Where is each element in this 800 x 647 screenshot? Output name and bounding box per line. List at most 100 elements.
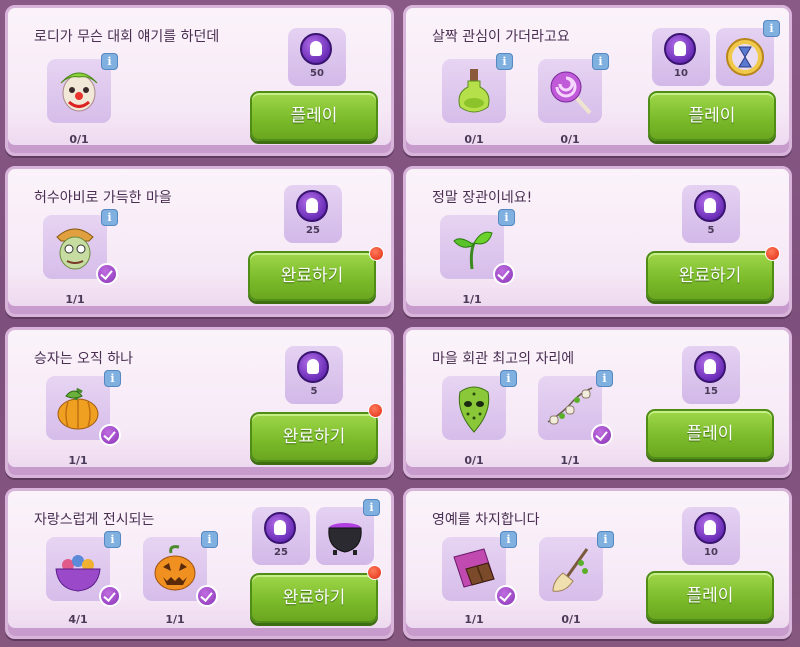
info-icon[interactable]: i — [500, 370, 517, 387]
check-icon — [99, 424, 121, 446]
quest-card: 허수아비로 가득한 마을 i 1/1 25 완료하기 — [5, 166, 394, 317]
candy-bowl-icon — [55, 555, 101, 592]
info-icon[interactable]: i — [763, 20, 780, 37]
info-icon[interactable]: i — [101, 209, 118, 226]
quest-item[interactable]: i — [442, 531, 517, 607]
purple-ghost-coin-icon — [694, 351, 726, 383]
check-icon — [495, 585, 517, 607]
item-count: 0/1 — [561, 613, 581, 626]
quest-title: 마을 회관 최고의 자리에 — [432, 351, 575, 367]
play-button[interactable]: 플레이 — [646, 409, 774, 459]
reward-amount: 10 — [674, 68, 688, 79]
reward-slot: i — [316, 499, 380, 565]
reward-slot: i — [716, 20, 780, 86]
check-icon — [493, 263, 515, 285]
check-icon — [99, 585, 121, 607]
quest-item[interactable]: i — [143, 531, 218, 607]
item-count: 1/1 — [464, 613, 484, 626]
info-icon[interactable]: i — [101, 53, 118, 70]
reward-amount: 5 — [707, 225, 715, 236]
check-icon — [96, 263, 118, 285]
purple-ghost-coin-icon — [297, 351, 329, 383]
quest-title: 살짝 관심이 가더라고요 — [432, 29, 570, 45]
sprout-icon — [453, 231, 493, 270]
pumpkin-icon — [57, 387, 99, 430]
quest-card: 자랑스럽게 전시되는 i 4/1 i 1/1 25 i 완료하기 — [5, 488, 394, 639]
complete-button[interactable]: 완료하기 — [250, 573, 378, 623]
jack-o-lantern-icon — [154, 545, 196, 591]
quest-title: 승자는 오직 하나 — [34, 351, 134, 367]
purple-ghost-coin-icon — [694, 190, 726, 222]
cauldron-icon — [328, 523, 362, 555]
reward-amount: 10 — [704, 547, 718, 558]
item-count: 0/1 — [464, 133, 484, 146]
info-icon[interactable]: i — [596, 370, 613, 387]
info-icon[interactable]: i — [104, 531, 121, 548]
item-count: 1/1 — [165, 613, 185, 626]
reward-amount: 5 — [310, 386, 318, 397]
chocolate-bar-icon — [453, 548, 495, 588]
purple-ghost-coin-icon — [694, 512, 726, 544]
reward-slot: 5 — [285, 346, 343, 404]
quest-item[interactable]: i — [538, 370, 613, 446]
item-count: 1/1 — [65, 293, 85, 306]
quest-item[interactable]: i — [442, 370, 517, 440]
quest-item[interactable]: i — [538, 53, 609, 123]
item-count: 0/1 — [464, 454, 484, 467]
purple-ghost-coin-icon — [300, 33, 332, 65]
quest-item[interactable]: i — [440, 209, 515, 285]
purple-ghost-coin-icon — [664, 33, 696, 65]
quest-card: 마을 회관 최고의 자리에 i 0/1 i 1/1 15 플레이 — [403, 327, 792, 478]
bone-garland-icon — [547, 387, 593, 425]
play-button[interactable]: 플레이 — [646, 571, 774, 621]
complete-button[interactable]: 완료하기 — [248, 251, 376, 301]
reward-amount: 50 — [310, 68, 324, 79]
hockey-mask-icon — [458, 386, 490, 433]
quest-item[interactable]: i — [43, 209, 118, 285]
reward-amount: 25 — [274, 547, 288, 558]
reward-amount: 25 — [306, 225, 320, 236]
info-icon[interactable]: i — [498, 209, 515, 226]
quest-item[interactable]: i — [442, 53, 513, 123]
hourglass-booster-icon — [726, 38, 764, 76]
reward-slot: 25 — [252, 507, 310, 565]
quest-card: 로디가 무슨 대회 얘기를 하던데 i 0/1 50 플레이 — [5, 5, 394, 156]
quest-item[interactable]: i — [46, 370, 121, 446]
quest-item[interactable]: i — [46, 531, 121, 607]
reward-slot: 10 — [652, 28, 710, 86]
quest-title: 자랑스럽게 전시되는 — [34, 512, 155, 528]
complete-button[interactable]: 완료하기 — [646, 251, 774, 301]
info-icon[interactable]: i — [496, 53, 513, 70]
notification-dot — [367, 565, 382, 580]
scarecrow-mask-icon — [56, 228, 94, 270]
quest-card: 승자는 오직 하나 i 1/1 5 완료하기 — [5, 327, 394, 478]
purple-ghost-coin-icon — [296, 190, 328, 222]
reward-slot: 5 — [682, 185, 740, 243]
info-icon[interactable]: i — [592, 53, 609, 70]
info-icon[interactable]: i — [201, 531, 218, 548]
info-icon[interactable]: i — [104, 370, 121, 387]
purple-ghost-coin-icon — [264, 512, 296, 544]
quest-title: 로디가 무슨 대회 얘기를 하던데 — [34, 29, 220, 45]
info-icon[interactable]: i — [597, 531, 614, 548]
quest-card: 영예를 차지합니다 i 1/1 i 0/1 10 플레이 — [403, 488, 792, 639]
info-icon[interactable]: i — [500, 531, 517, 548]
potion-bottle-icon — [458, 69, 490, 113]
reward-slot: 25 — [284, 185, 342, 243]
reward-slot: 15 — [682, 346, 740, 404]
quest-item[interactable]: i — [539, 531, 614, 601]
item-count: 1/1 — [560, 454, 580, 467]
info-icon[interactable]: i — [363, 499, 380, 516]
clown-mask-icon — [60, 72, 98, 112]
play-button[interactable]: 플레이 — [648, 91, 776, 141]
check-icon — [591, 424, 613, 446]
item-count: 4/1 — [68, 613, 88, 626]
notification-dot — [369, 246, 384, 261]
quest-item[interactable]: i — [47, 53, 118, 123]
quest-title: 정말 장관이네요! — [432, 190, 533, 206]
item-count: 1/1 — [68, 454, 88, 467]
play-button[interactable]: 플레이 — [250, 91, 378, 141]
item-count: 0/1 — [69, 133, 89, 146]
complete-button[interactable]: 완료하기 — [250, 412, 378, 462]
check-icon — [196, 585, 218, 607]
